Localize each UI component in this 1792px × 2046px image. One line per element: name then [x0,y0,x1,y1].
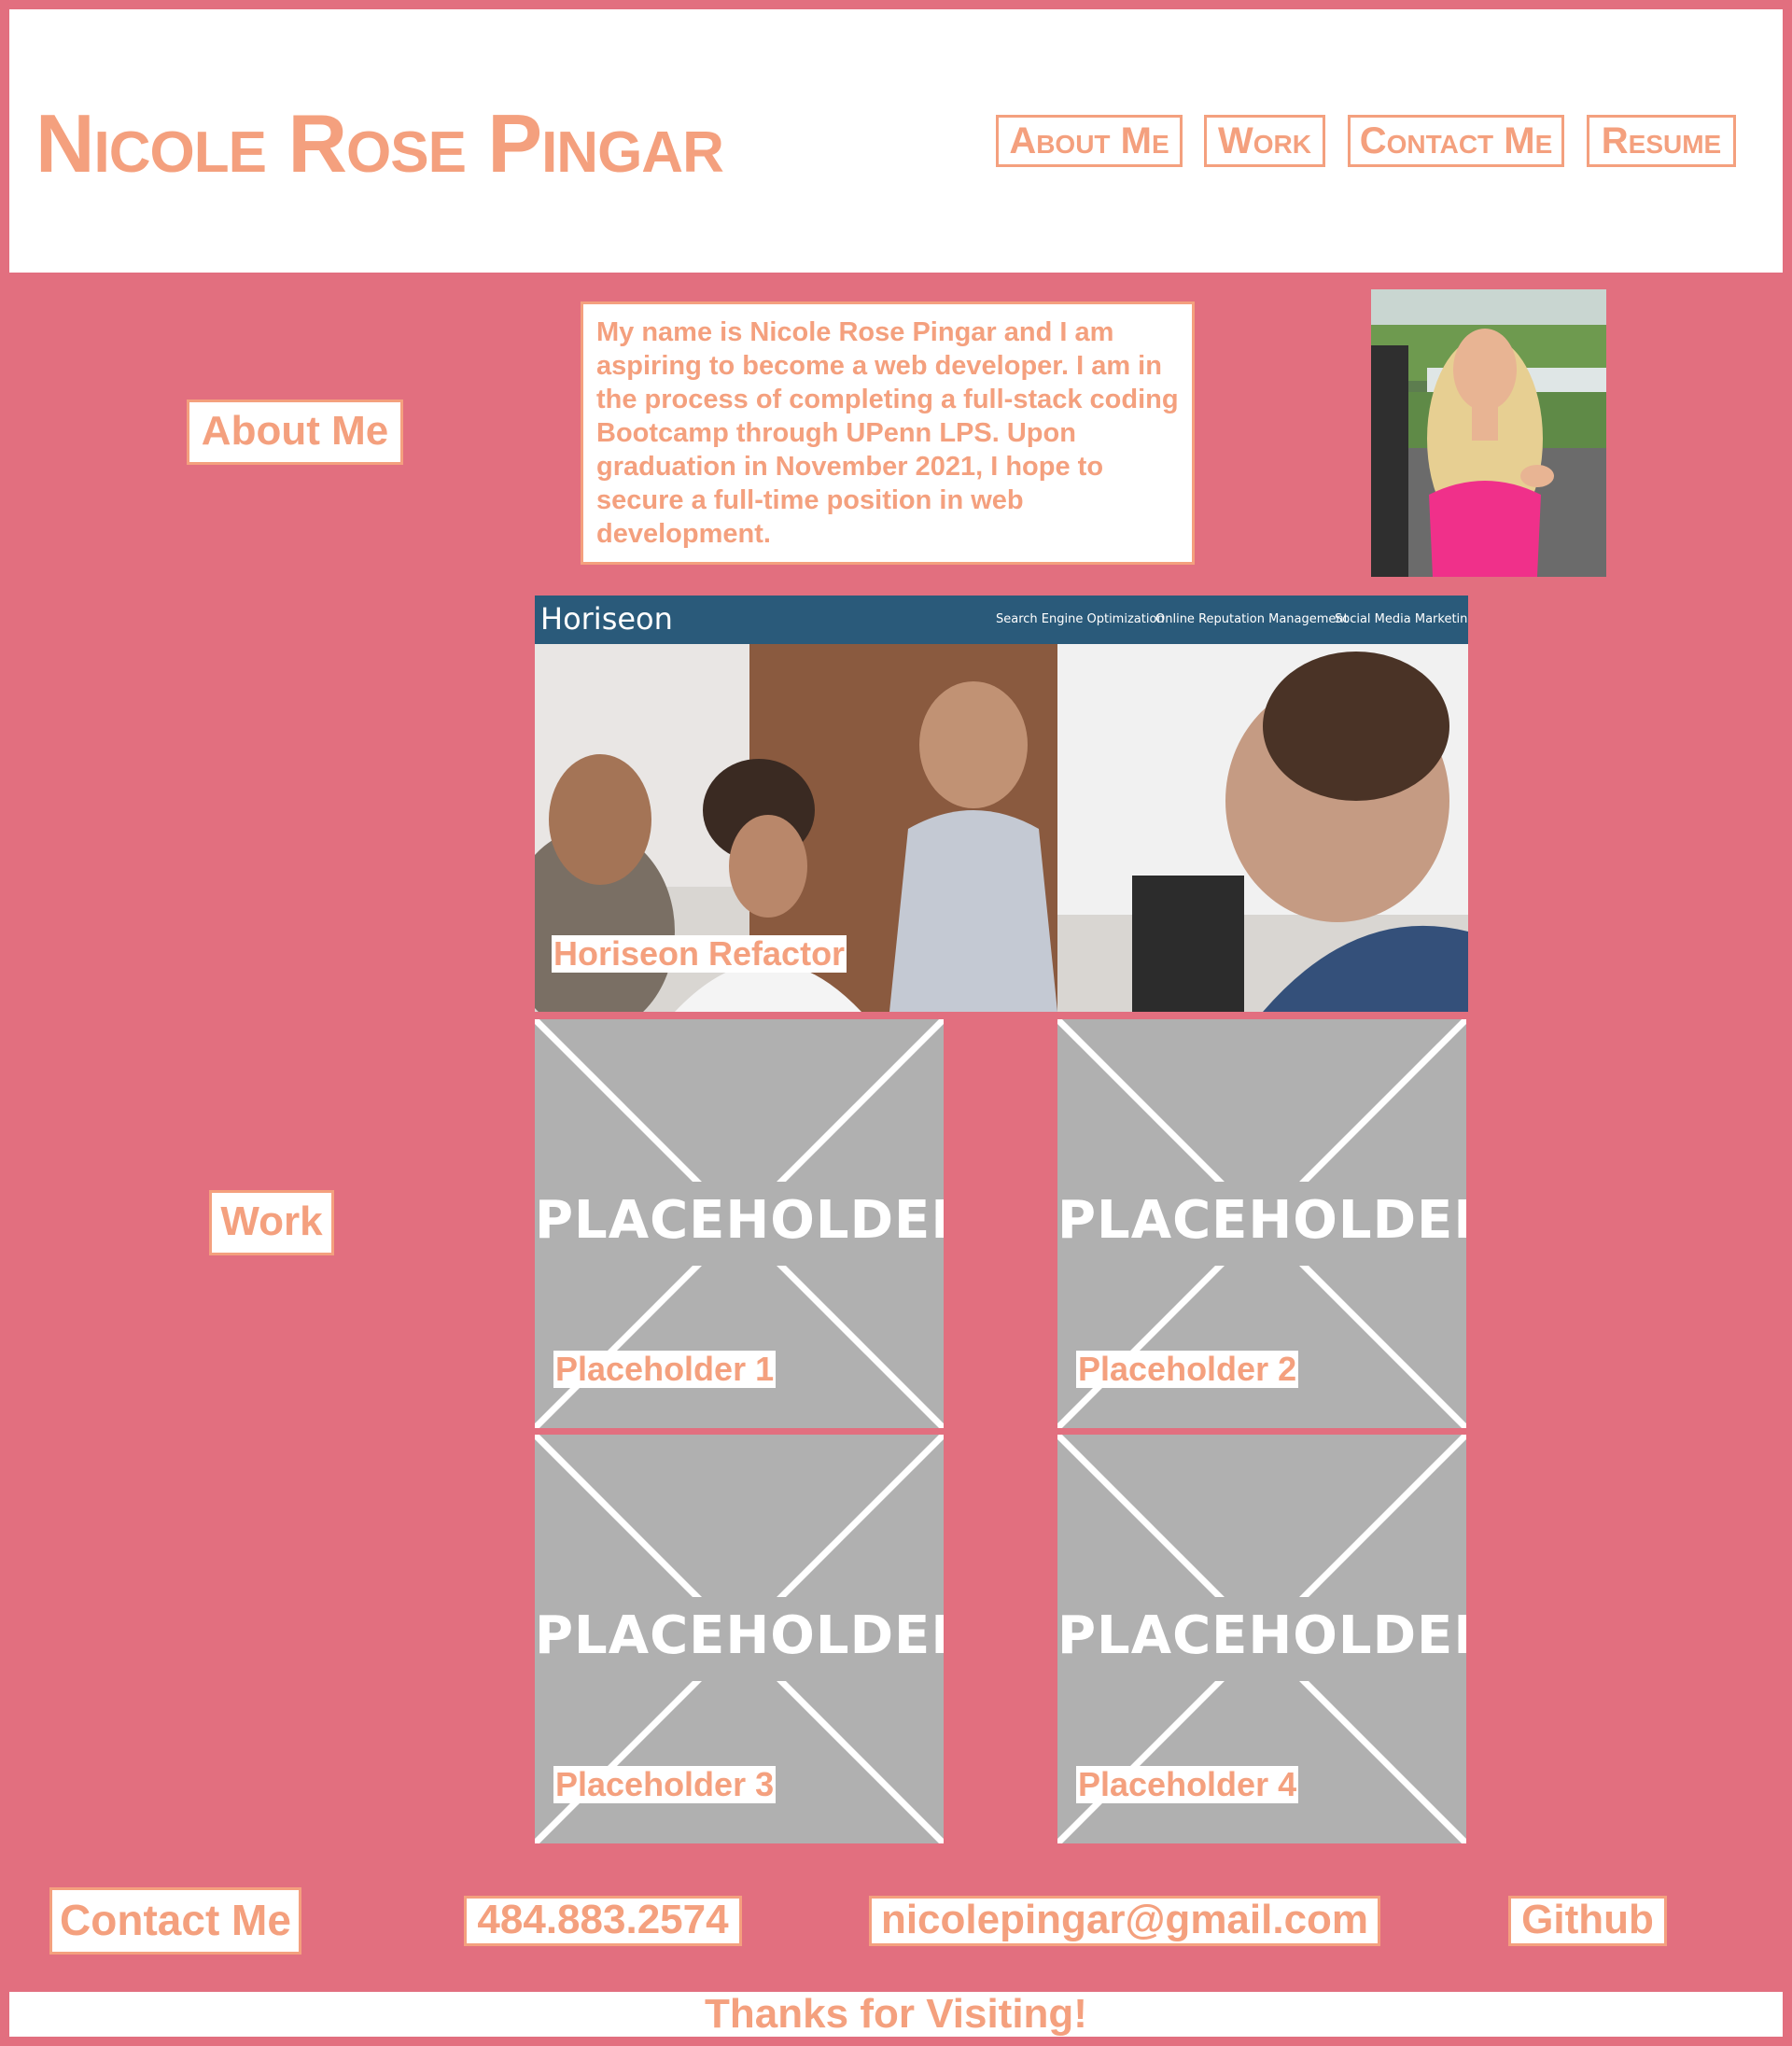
contact-heading: Contact Me [49,1887,301,1955]
contact-github-link[interactable]: Github [1508,1896,1667,1946]
horiseon-nav-item: Search Engine Optimization [996,612,1165,626]
site-footer: Thanks for Visiting! [9,1992,1783,2037]
horiseon-nav-bar: Horiseon Search Engine Optimization Onli… [535,596,1468,644]
contact-phone[interactable]: 484.883.2574 [464,1896,742,1946]
nav-work[interactable]: Work [1204,115,1325,167]
site-header: Nicole Rose Pingar About Me Work Contact… [9,9,1783,273]
project-title: Placeholder 2 [1076,1350,1299,1388]
nav-contact-me[interactable]: Contact Me [1348,115,1564,167]
project-title: Placeholder 1 [553,1350,777,1388]
placeholder-word: PLACEHOLDER [535,1190,944,1251]
placeholder-word: PLACEHOLDER [535,1605,944,1666]
project-placeholder-4[interactable]: PLACEHOLDER Placeholder 4 [1057,1435,1466,1843]
project-placeholder-1[interactable]: PLACEHOLDER Placeholder 1 [535,1019,944,1428]
placeholder-word: PLACEHOLDER [1057,1190,1466,1251]
page: Nicole Rose Pingar About Me Work Contact… [0,0,1792,2046]
contact-email[interactable]: nicolepingar@gmail.com [869,1896,1380,1946]
project-title: Placeholder 3 [553,1765,777,1803]
footer-text: Thanks for Visiting! [705,1991,1087,2037]
placeholder-word: PLACEHOLDER [1057,1605,1466,1666]
profile-photo [1371,289,1606,577]
project-placeholder-3[interactable]: PLACEHOLDER Placeholder 3 [535,1435,944,1843]
horiseon-nav-item: Social Media Marketing [1335,612,1468,626]
nav-about-me[interactable]: About Me [996,115,1183,167]
work-heading: Work [209,1190,334,1255]
horiseon-nav-item: Online Reputation Management [1155,612,1349,626]
project-horiseon[interactable]: Horiseon Search Engine Optimization Onli… [535,596,1468,1012]
project-placeholder-2[interactable]: PLACEHOLDER Placeholder 2 [1057,1019,1466,1428]
project-title: Placeholder 4 [1076,1765,1299,1803]
nav-resume[interactable]: Resume [1587,115,1736,167]
about-heading: About Me [187,399,403,465]
project-title: Horiseon Refactor [552,934,847,973]
horiseon-logo: Horiseon [540,601,673,637]
site-title: Nicole Rose Pingar [35,97,724,189]
about-text: My name is Nicole Rose Pingar and I am a… [581,301,1195,565]
